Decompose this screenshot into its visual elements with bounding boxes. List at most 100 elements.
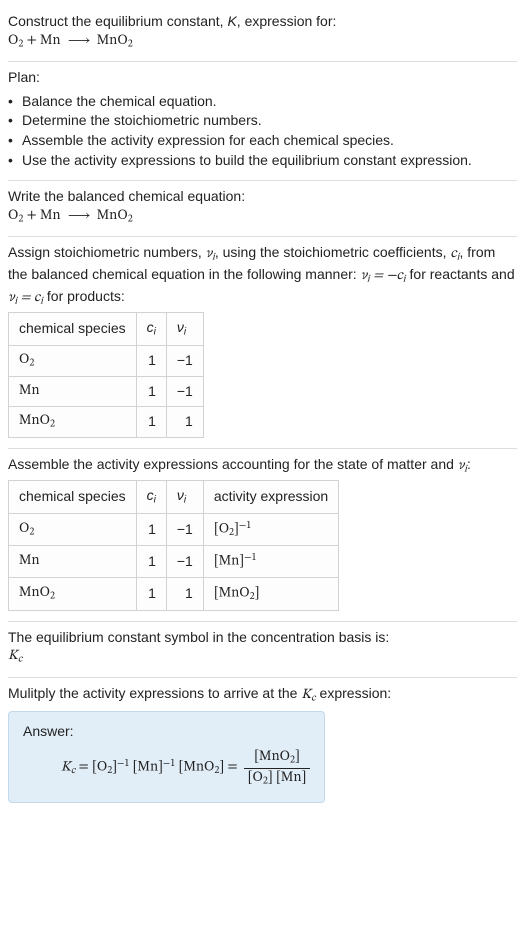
col-nui: νi	[166, 481, 203, 514]
table-header-row: chemical species ci νi activity expressi…	[9, 481, 339, 514]
assign-text: , using the stoichiometric coefficients,	[215, 244, 451, 260]
col-nui: νi	[166, 313, 203, 346]
cell-ci: 1	[136, 578, 166, 610]
act-pre: [Mn]	[214, 555, 244, 569]
answer-label: Answer:	[23, 722, 310, 742]
K: K	[301, 688, 311, 702]
rhs-MnO2-sub: 2	[128, 39, 133, 49]
rhs-MnO2: MnO	[93, 209, 127, 223]
ci: c	[147, 487, 154, 503]
activity-block: Assemble the activity expressions accoun…	[8, 449, 517, 621]
act-sup: −1	[244, 553, 256, 563]
col-ci: ci	[136, 313, 166, 346]
assign-paragraph: Assign stoichiometric numbers, νi, using…	[8, 243, 517, 308]
kc-lhs: Kc = [O2]−1 [Mn]−1 [MnO2] =	[61, 757, 238, 778]
lhs-O2: O	[8, 209, 18, 223]
nui: ν	[177, 319, 184, 335]
cell-species: O2	[9, 514, 137, 546]
c-i: ci	[450, 247, 459, 261]
cell-nui: −1	[166, 546, 203, 578]
eq2: ] =	[219, 761, 237, 775]
fraction-denominator: [O2] [Mn]	[244, 769, 311, 789]
Mn-sup: −1	[163, 759, 175, 769]
assemble-text: Assemble the activity expressions accoun…	[8, 456, 458, 472]
act-sup: −1	[239, 521, 251, 531]
bullet-icon: •	[8, 111, 22, 131]
bullet-icon: •	[8, 92, 22, 112]
eq: =	[17, 291, 34, 305]
balanced-label: Write the balanced chemical equation:	[8, 187, 517, 207]
reaction-arrow-icon: ⟶	[64, 32, 94, 52]
cell-activity: [O2]−1	[203, 514, 338, 546]
nui: ν	[177, 487, 184, 503]
table-row: Mn 1 −1	[9, 376, 204, 407]
rhs-MnO2: MnO	[93, 34, 127, 48]
table-row: O2 1 −1 [O2]−1	[9, 514, 339, 546]
assign-text: Assign stoichiometric numbers,	[8, 244, 206, 260]
kc-fraction: [MnO2] [O2] [Mn]	[244, 748, 311, 788]
kc-symbol: Kc	[8, 647, 517, 667]
plan-label: Plan:	[8, 68, 517, 88]
plan-item: •Balance the chemical equation.	[8, 92, 517, 112]
num-pre: [MnO	[254, 750, 290, 764]
plan-list: •Balance the chemical equation. •Determi…	[8, 88, 517, 170]
cell-ci: 1	[136, 514, 166, 546]
table-row: MnO2 1 1	[9, 407, 204, 438]
eq-minus: = −	[370, 269, 397, 283]
eq-O2: = [O	[75, 761, 107, 775]
lhs-plus-Mn: + Mn	[23, 34, 64, 48]
ci: c	[147, 319, 154, 335]
col-species: chemical species	[9, 313, 137, 346]
sp-sub: 2	[50, 592, 55, 602]
table-header-row: chemical species ci νi	[9, 313, 204, 346]
lhs-plus-Mn: + Mn	[23, 209, 64, 223]
K: K	[8, 649, 18, 663]
sp-sub: 2	[50, 420, 55, 430]
equation-balanced: O2 + Mn ⟶ MnO2	[8, 207, 517, 227]
answer-box: Answer: Kc = [O2]−1 [Mn]−1 [MnO2] = [MnO…	[8, 711, 325, 803]
cell-species: Mn	[9, 376, 137, 407]
intro-text: Construct the equilibrium constant,	[8, 13, 227, 29]
kc-symbol-block: The equilibrium constant symbol in the c…	[8, 622, 517, 677]
cell-nui: −1	[166, 514, 203, 546]
sp: MnO	[19, 586, 50, 600]
fraction-numerator: [MnO2]	[250, 748, 304, 768]
assign-text: for products:	[43, 288, 125, 304]
cell-ci: 1	[136, 407, 166, 438]
sp: O	[19, 522, 29, 536]
cell-nui: 1	[166, 578, 203, 610]
lhs-O2: O	[8, 34, 18, 48]
plan-item: •Determine the stoichiometric numbers.	[8, 111, 517, 131]
bullet-icon: •	[8, 131, 22, 151]
multiply-text: Mulitply the activity expressions to arr…	[8, 685, 301, 701]
plan-item-text: Balance the chemical equation.	[22, 92, 217, 112]
equation-unbalanced: O2 + Mn ⟶ MnO2	[8, 32, 517, 52]
plan-item-text: Use the activity expressions to build th…	[22, 151, 472, 171]
act-pre: [MnO	[214, 587, 250, 601]
plan-item: •Assemble the activity expression for ea…	[8, 131, 517, 151]
table-row: Mn 1 −1 [Mn]−1	[9, 546, 339, 578]
rule-products: νi = ci	[8, 291, 43, 305]
table-row: O2 1 −1	[9, 345, 204, 376]
nu-i: νi	[206, 247, 215, 261]
cell-species: O2	[9, 345, 137, 376]
col-ci: ci	[136, 481, 166, 514]
intro-block: Construct the equilibrium constant, K, e…	[8, 6, 517, 61]
balanced-block: Write the balanced chemical equation: O2…	[8, 181, 517, 236]
ci-sub: i	[154, 495, 156, 506]
ci-sub: i	[154, 327, 156, 338]
den-mid: ] [Mn]	[268, 771, 307, 785]
reaction-arrow-icon: ⟶	[64, 207, 94, 227]
cell-ci: 1	[136, 376, 166, 407]
cell-ci: 1	[136, 546, 166, 578]
sp-sub: 2	[29, 527, 34, 537]
sp: MnO	[19, 414, 50, 428]
sp: Mn	[19, 384, 40, 398]
cell-species: MnO2	[9, 407, 137, 438]
assign-text: for reactants and	[406, 266, 515, 282]
result-block: Mulitply the activity expressions to arr…	[8, 678, 517, 813]
intro-K: K	[227, 13, 236, 29]
num-post: ]	[295, 750, 300, 764]
Mn: [Mn]	[129, 761, 163, 775]
K: K	[61, 761, 71, 775]
